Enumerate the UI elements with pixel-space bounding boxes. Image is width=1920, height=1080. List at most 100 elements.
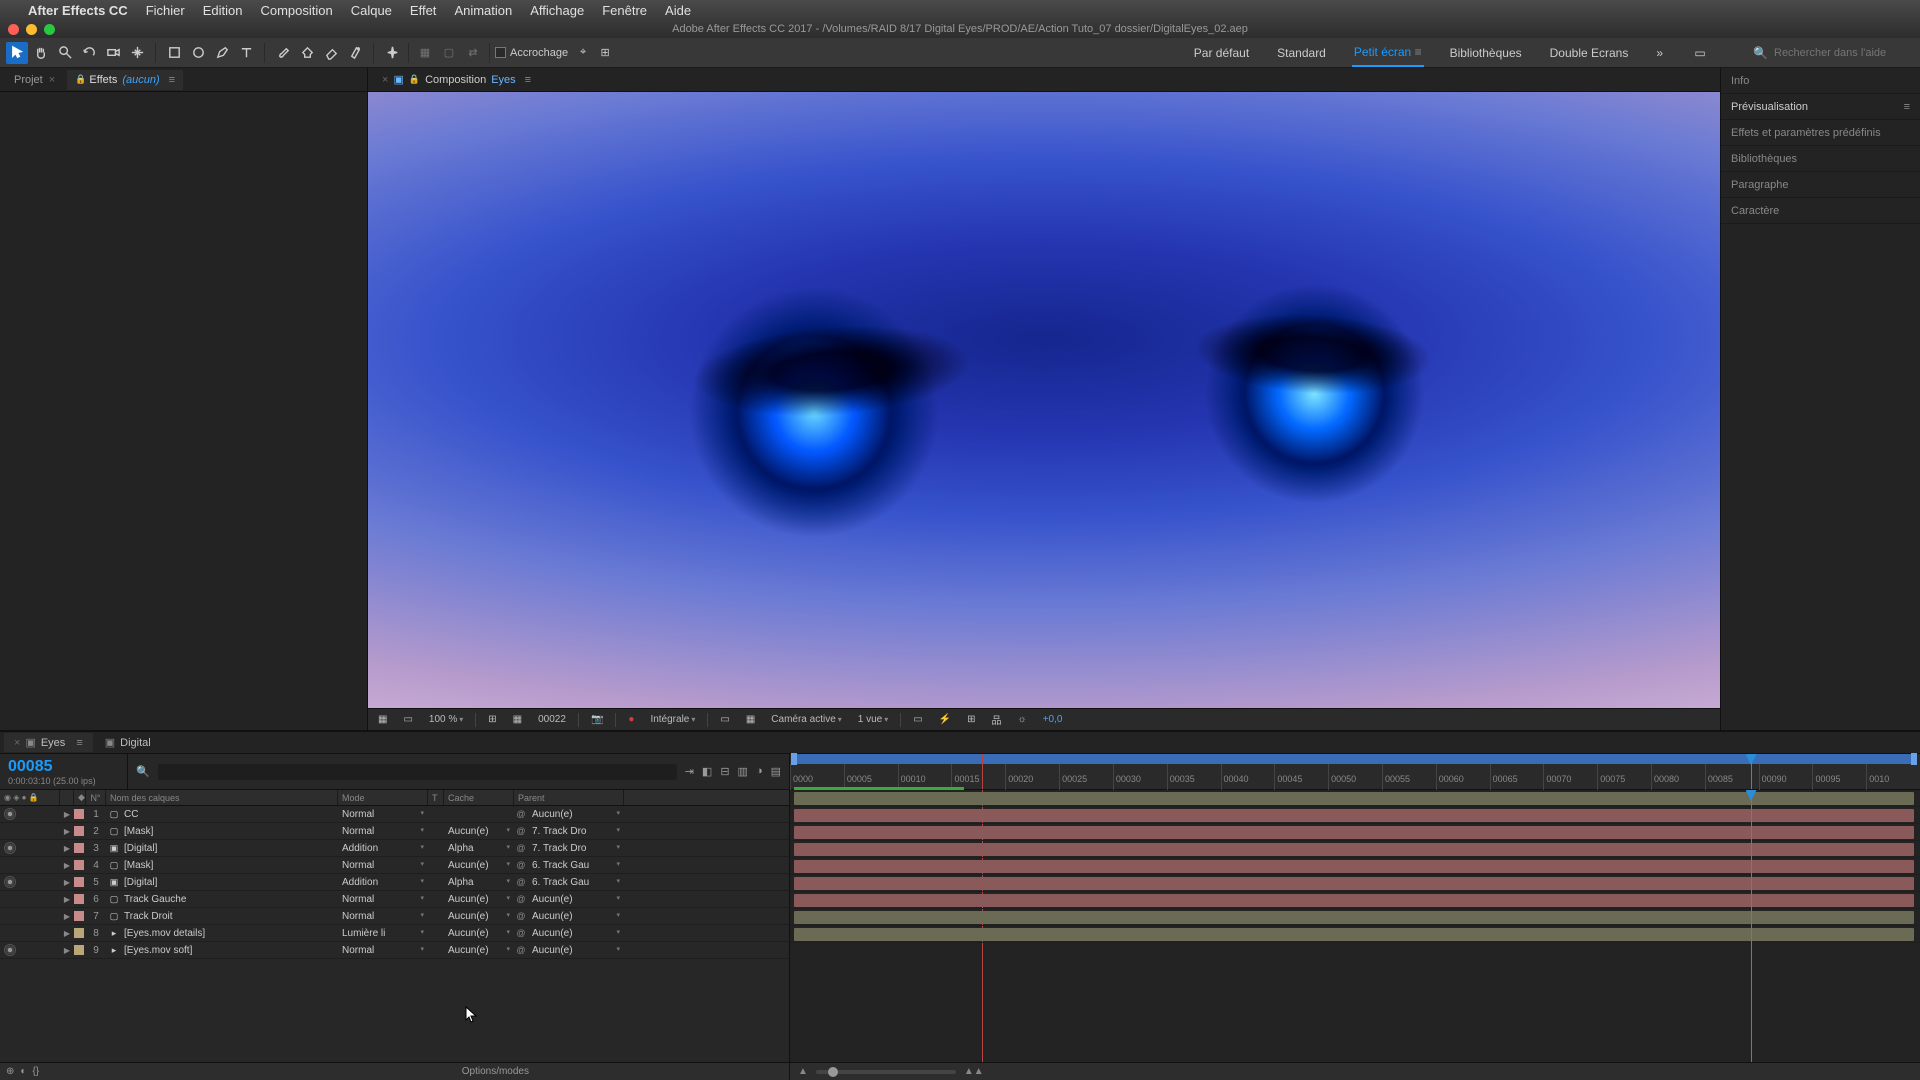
- snap-options-icon[interactable]: ⌖: [572, 42, 594, 64]
- close-window-icon[interactable]: [8, 24, 19, 35]
- layer-duration-bar[interactable]: [794, 928, 1914, 941]
- snap-magnet-icon[interactable]: ⊞: [594, 42, 616, 64]
- zoom-in-icon[interactable]: ▲▲: [964, 1066, 984, 1077]
- rotation-tool-icon[interactable]: [78, 42, 100, 64]
- layer-row[interactable]: ▶6▢Track GaucheNormalAucun(e)@Aucun(e): [0, 891, 789, 908]
- workspace-petit-ecran[interactable]: Petit écran: [1352, 39, 1424, 67]
- layer-row[interactable]: ▶5▣[Digital]AdditionAlpha@6. Track Gau: [0, 874, 789, 891]
- maximize-window-icon[interactable]: [44, 24, 55, 35]
- panel-paragraphe[interactable]: Paragraphe: [1721, 172, 1920, 198]
- graph-editor-icon[interactable]: ▤: [771, 765, 781, 778]
- help-search-input[interactable]: [1774, 47, 1914, 59]
- channel-icon[interactable]: ●: [624, 714, 638, 725]
- layer-name[interactable]: Track Droit: [122, 911, 338, 922]
- comp-tab-eyes[interactable]: × ▣ 🔒 Composition Eyes ≡: [374, 69, 539, 90]
- layer-duration-bar[interactable]: [794, 843, 1914, 856]
- view-dropdown[interactable]: 1 vue: [854, 714, 892, 725]
- zoom-tool-icon[interactable]: [54, 42, 76, 64]
- hide-shy-icon[interactable]: ⊟: [720, 765, 729, 778]
- track-matte-dropdown[interactable]: Alpha: [444, 877, 514, 888]
- layer-name[interactable]: [Digital]: [122, 877, 338, 888]
- frame-blend-icon[interactable]: ▥: [738, 765, 748, 778]
- layer-duration-bar[interactable]: [794, 877, 1914, 890]
- close-icon[interactable]: ×: [14, 737, 20, 749]
- ellipse-tool-icon[interactable]: [187, 42, 209, 64]
- toggle-modes-icon[interactable]: ◐: [20, 1066, 26, 1077]
- layer-name[interactable]: [Digital]: [122, 843, 338, 854]
- rectangle-tool-icon[interactable]: [163, 42, 185, 64]
- track-matte-dropdown[interactable]: Aucun(e): [444, 826, 514, 837]
- flowchart-icon[interactable]: 品: [988, 712, 1006, 727]
- label-color[interactable]: [74, 826, 86, 836]
- workspace-double-ecrans[interactable]: Double Ecrans: [1548, 40, 1631, 66]
- panel-menu-icon[interactable]: ≡: [76, 737, 82, 749]
- layer-row[interactable]: ▶4▢[Mask]NormalAucun(e)@6. Track Gau: [0, 857, 789, 874]
- workspace-standard[interactable]: Standard: [1275, 40, 1328, 66]
- timeline-icon[interactable]: ⊞: [963, 714, 979, 725]
- blend-mode-dropdown[interactable]: Addition: [338, 877, 428, 888]
- panel-menu-icon[interactable]: ≡: [169, 74, 175, 86]
- grid-icon[interactable]: ▦: [509, 714, 526, 725]
- pan-behind-tool-icon[interactable]: [126, 42, 148, 64]
- layer-name[interactable]: [Mask]: [122, 860, 338, 871]
- visibility-eye-icon[interactable]: [4, 808, 16, 820]
- timeline-zoom[interactable]: ▲ ▲▲: [790, 1062, 1920, 1080]
- snapping-checkbox[interactable]: Accrochage: [495, 47, 568, 59]
- parent-pickwhip-icon[interactable]: @: [514, 894, 528, 904]
- camera-dropdown[interactable]: Caméra active: [767, 714, 845, 725]
- parent-pickwhip-icon[interactable]: @: [514, 860, 528, 870]
- parent-dropdown[interactable]: Aucun(e): [528, 928, 624, 939]
- minimize-window-icon[interactable]: [26, 24, 37, 35]
- menu-animation[interactable]: Animation: [454, 3, 512, 18]
- panel-info[interactable]: Info: [1721, 68, 1920, 94]
- menu-fenetre[interactable]: Fenêtre: [602, 3, 647, 18]
- options-modes-toggle[interactable]: Options/modes: [462, 1066, 529, 1077]
- label-color[interactable]: [74, 877, 86, 887]
- parent-dropdown[interactable]: Aucun(e): [528, 911, 624, 922]
- resolution-dropdown[interactable]: Intégrale: [646, 714, 699, 725]
- parent-dropdown[interactable]: 7. Track Dro: [528, 843, 624, 854]
- parent-pickwhip-icon[interactable]: @: [514, 826, 528, 836]
- transparency-icon[interactable]: ▦: [742, 714, 759, 725]
- parent-pickwhip-icon[interactable]: @: [514, 928, 528, 938]
- parent-pickwhip-icon[interactable]: @: [514, 877, 528, 887]
- track-matte-dropdown[interactable]: Aucun(e): [444, 860, 514, 871]
- layer-duration-bar[interactable]: [794, 809, 1914, 822]
- reset-exposure-icon[interactable]: ☼: [1014, 714, 1031, 725]
- track-matte-dropdown[interactable]: Aucun(e): [444, 928, 514, 939]
- current-time-display[interactable]: 00085 0:00:03:10 (25.00 ips): [0, 754, 128, 789]
- track-matte-dropdown[interactable]: Aucun(e): [444, 945, 514, 956]
- close-icon[interactable]: ×: [49, 74, 55, 86]
- comp-mini-flowchart-icon[interactable]: ⇥: [685, 765, 694, 778]
- layer-search-input[interactable]: [158, 764, 677, 780]
- twirl-icon[interactable]: ▶: [60, 827, 74, 836]
- parent-dropdown[interactable]: Aucun(e): [528, 945, 624, 956]
- menu-fichier[interactable]: Fichier: [146, 3, 185, 18]
- visibility-eye-icon[interactable]: [4, 876, 16, 888]
- label-color[interactable]: [74, 894, 86, 904]
- layer-duration-bar[interactable]: [794, 860, 1914, 873]
- layer-row[interactable]: ▶2▢[Mask]NormalAucun(e)@7. Track Dro: [0, 823, 789, 840]
- workspace-overflow-icon[interactable]: »: [1654, 40, 1665, 66]
- layer-name[interactable]: CC: [122, 809, 338, 820]
- sync-settings-icon[interactable]: ▭: [1689, 42, 1711, 64]
- twirl-icon[interactable]: ▶: [60, 895, 74, 904]
- toggle-in-out-icon[interactable]: {}: [32, 1066, 39, 1077]
- zoom-out-icon[interactable]: ▲: [798, 1066, 808, 1077]
- draft-3d-icon[interactable]: ◧: [702, 765, 712, 778]
- blend-mode-dropdown[interactable]: Normal: [338, 809, 428, 820]
- parent-pickwhip-icon[interactable]: @: [514, 945, 528, 955]
- puppet-pin-tool-icon[interactable]: [381, 42, 403, 64]
- snapshot-icon[interactable]: 📷: [587, 714, 607, 725]
- zoom-dropdown[interactable]: 100 %: [425, 714, 467, 725]
- app-name[interactable]: After Effects CC: [28, 3, 128, 18]
- parent-dropdown[interactable]: Aucun(e): [528, 894, 624, 905]
- menu-calque[interactable]: Calque: [351, 3, 392, 18]
- track-matte-dropdown[interactable]: Alpha: [444, 843, 514, 854]
- layer-duration-bar[interactable]: [794, 911, 1914, 924]
- menu-effet[interactable]: Effet: [410, 3, 437, 18]
- label-color[interactable]: [74, 911, 86, 921]
- roto-brush-tool-icon[interactable]: [344, 42, 366, 64]
- track-matte-dropdown[interactable]: Aucun(e): [444, 911, 514, 922]
- parent-dropdown[interactable]: 6. Track Gau: [528, 860, 624, 871]
